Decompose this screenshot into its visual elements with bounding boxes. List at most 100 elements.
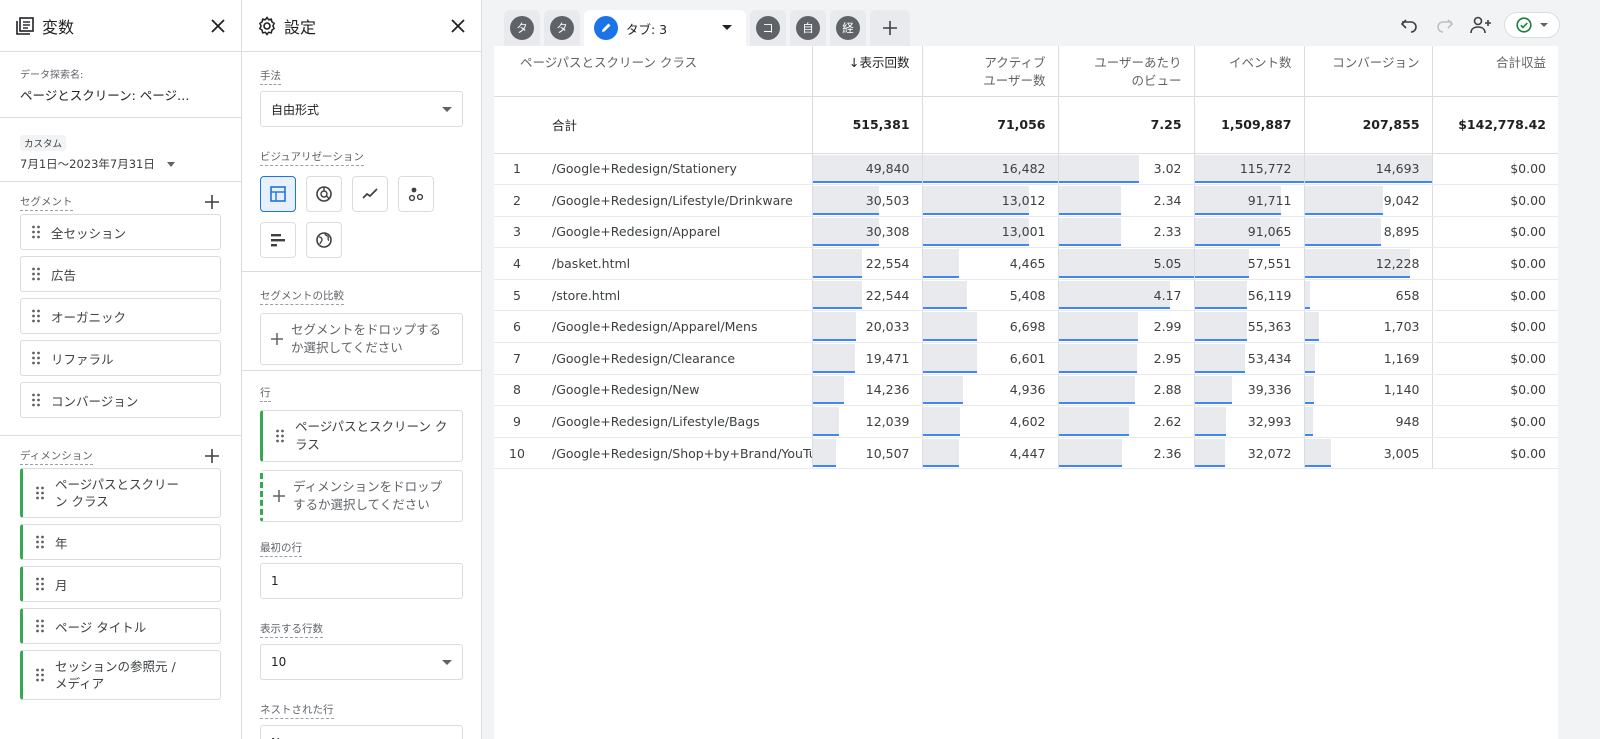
add-tab-button[interactable] (870, 10, 910, 46)
table-row[interactable]: 6/Google+Redesign/Apparel/Mens 20,033 6,69… (494, 310, 1558, 344)
row-dimension-label: ページパスとスクリーン クラス (295, 419, 448, 452)
dimension-chip[interactable]: セッションの参照元 / メディア (20, 650, 221, 700)
segment-chip[interactable]: 広告 (20, 256, 221, 292)
table-row[interactable]: 10/Google+Redesign/Shop+by+Brand/YouTube… (494, 437, 1558, 470)
table-row[interactable]: 1/Google+Redesign/Stationery 49,840 16,482… (494, 153, 1558, 186)
drag-handle-icon[interactable] (31, 225, 41, 239)
dimension-chip[interactable]: 月 (20, 566, 221, 602)
dimension-chip[interactable]: ページパスとスクリーン クラス (20, 468, 221, 518)
save-status-button[interactable] (1504, 12, 1560, 38)
segment-drop-zone[interactable]: セグメントをドロップするか選択してください (260, 313, 463, 365)
table-row[interactable]: 3/Google+Redesign/Apparel 30,308 13,001 2.3… (494, 216, 1558, 249)
caret-down-icon (442, 106, 452, 112)
scatter-viz-button[interactable] (398, 176, 434, 212)
cell-revenue: $0.00 (1432, 374, 1558, 407)
drag-handle-icon[interactable] (35, 535, 45, 549)
first-row-input[interactable]: 1 (260, 563, 463, 599)
drag-handle-icon[interactable] (31, 351, 41, 365)
add-dimension-icon[interactable] (203, 447, 221, 465)
cell-value: 2.34 (1153, 192, 1182, 208)
tab-2[interactable]: タ (544, 10, 580, 46)
table-row[interactable]: 7/Google+Redesign/Clearance 19,471 6,601 2.… (494, 342, 1558, 375)
tab-4[interactable]: コ (750, 10, 786, 46)
line-viz-button[interactable] (352, 176, 388, 212)
exploration-name-label: データ探索名: (20, 70, 84, 81)
table-row[interactable]: 9/Google+Redesign/Lifestyle/Bags 12,039 4,… (494, 405, 1558, 438)
row-dimension-chip[interactable]: ページパスとスクリーン クラス (260, 410, 463, 462)
exploration-name-value[interactable]: ページとスクリーン: ページ… (20, 85, 221, 104)
total-active-users: 71,056 (922, 96, 1059, 154)
header-conversions[interactable]: コンバージョン (1304, 46, 1433, 97)
value-bar (922, 312, 978, 342)
cell-views: 22,544 (812, 279, 923, 312)
drag-handle-icon[interactable] (35, 619, 45, 633)
drag-handle-icon[interactable] (35, 668, 45, 682)
dimension-drop-zone[interactable]: ディメンションをドロップするか選択してください (260, 470, 463, 522)
cell-value: 4,447 (1009, 445, 1046, 461)
add-segment-icon[interactable] (203, 193, 221, 211)
drag-handle-icon[interactable] (31, 309, 41, 323)
technique-select[interactable]: 自由形式 (260, 91, 463, 127)
cell-active-users: 6,698 (922, 310, 1059, 344)
row-index: 7 (494, 342, 540, 375)
segment-chip[interactable]: リファラル (20, 340, 221, 376)
date-range-section[interactable]: カスタム 7月1日～2023年7月31日 (0, 118, 241, 182)
exploration-name-section[interactable]: データ探索名: ページとスクリーン: ページ… (0, 52, 241, 118)
table-row[interactable]: 5/store.html 22,544 5,408 4.17 56,119 658 $0.0… (494, 279, 1558, 312)
visualization-label: ビジュアリゼーション (260, 149, 364, 166)
explorations-app: 変数 データ探索名: ページとスクリーン: ページ… カスタム 7月1日～202… (0, 0, 1600, 739)
header-active-users[interactable]: アクティブ ユーザー数 (922, 46, 1059, 97)
segment-chip[interactable]: 全セッション (20, 214, 221, 250)
chevron-down-icon[interactable] (166, 161, 175, 167)
technique-value: 自由形式 (271, 102, 320, 117)
value-bar (922, 344, 977, 373)
header-views[interactable]: ↓表示回数 (812, 46, 923, 97)
nested-rows-select[interactable]: No (260, 725, 463, 739)
tab-6[interactable]: 経 (830, 10, 866, 46)
header-event-count[interactable]: イベント数 (1194, 46, 1305, 97)
variables-icon (14, 15, 36, 37)
header-total-revenue[interactable]: 合計収益 (1432, 46, 1558, 97)
table-viz-button[interactable] (260, 176, 296, 212)
dimension-chip[interactable]: ページ タイトル (20, 608, 221, 644)
date-range-picker[interactable]: 7月1日～2023年7月31日 (20, 156, 221, 172)
value-bar (812, 407, 840, 436)
redo-icon[interactable] (1432, 12, 1458, 38)
drag-handle-icon[interactable] (31, 393, 41, 407)
bar-viz-button[interactable] (260, 222, 296, 258)
drag-handle-icon[interactable] (31, 267, 41, 281)
row-index: 2 (494, 184, 540, 217)
close-variables-icon[interactable] (207, 15, 229, 37)
header-views-per-user[interactable]: ユーザーあたり のビュー (1058, 46, 1195, 97)
cell-conversions: 1,169 (1304, 342, 1433, 375)
segment-chip[interactable]: コンバージョン (20, 382, 221, 418)
cell-views: 20,033 (812, 310, 923, 344)
geo-viz-button[interactable] (306, 222, 342, 258)
undo-icon[interactable] (1396, 12, 1422, 38)
header-dimension[interactable]: ページパスとスクリーン クラス (494, 46, 813, 97)
cell-active-users: 4,936 (922, 374, 1059, 407)
drag-handle-icon[interactable] (35, 486, 45, 500)
value-bar (1194, 312, 1247, 342)
table-row[interactable]: 4/basket.html 22,554 4,465 5.05 57,551 12,228… (494, 247, 1558, 280)
donut-viz-button[interactable] (306, 176, 342, 212)
segment-label: 広告 (51, 267, 77, 283)
tab-3-active[interactable]: タブ: 3 (584, 10, 746, 46)
cell-active-users: 16,482 (922, 153, 1059, 186)
tab-menu-caret-icon[interactable] (722, 25, 732, 30)
segment-chip[interactable]: オーガニック (20, 298, 221, 334)
table-row[interactable]: 8/Google+Redesign/New 14,236 4,936 2.88 39,3… (494, 374, 1558, 407)
drag-handle-icon[interactable] (275, 429, 285, 443)
tab-5[interactable]: 自 (790, 10, 826, 46)
rows-shown-select[interactable]: 10 (260, 644, 463, 680)
tab-1[interactable]: タ (504, 10, 540, 46)
share-user-icon[interactable] (1468, 12, 1494, 38)
rows-shown-label: 表示する行数 (260, 621, 323, 638)
close-settings-icon[interactable] (447, 15, 469, 37)
table-row[interactable]: 2/Google+Redesign/Lifestyle/Drinkware 30,… (494, 184, 1558, 217)
cell-active-users: 4,465 (922, 247, 1059, 280)
drag-handle-icon[interactable] (35, 577, 45, 591)
dimension-chip[interactable]: 年 (20, 524, 221, 560)
cell-revenue: $0.00 (1432, 310, 1558, 344)
segment-compare-label: セグメントの比較 (260, 288, 344, 305)
